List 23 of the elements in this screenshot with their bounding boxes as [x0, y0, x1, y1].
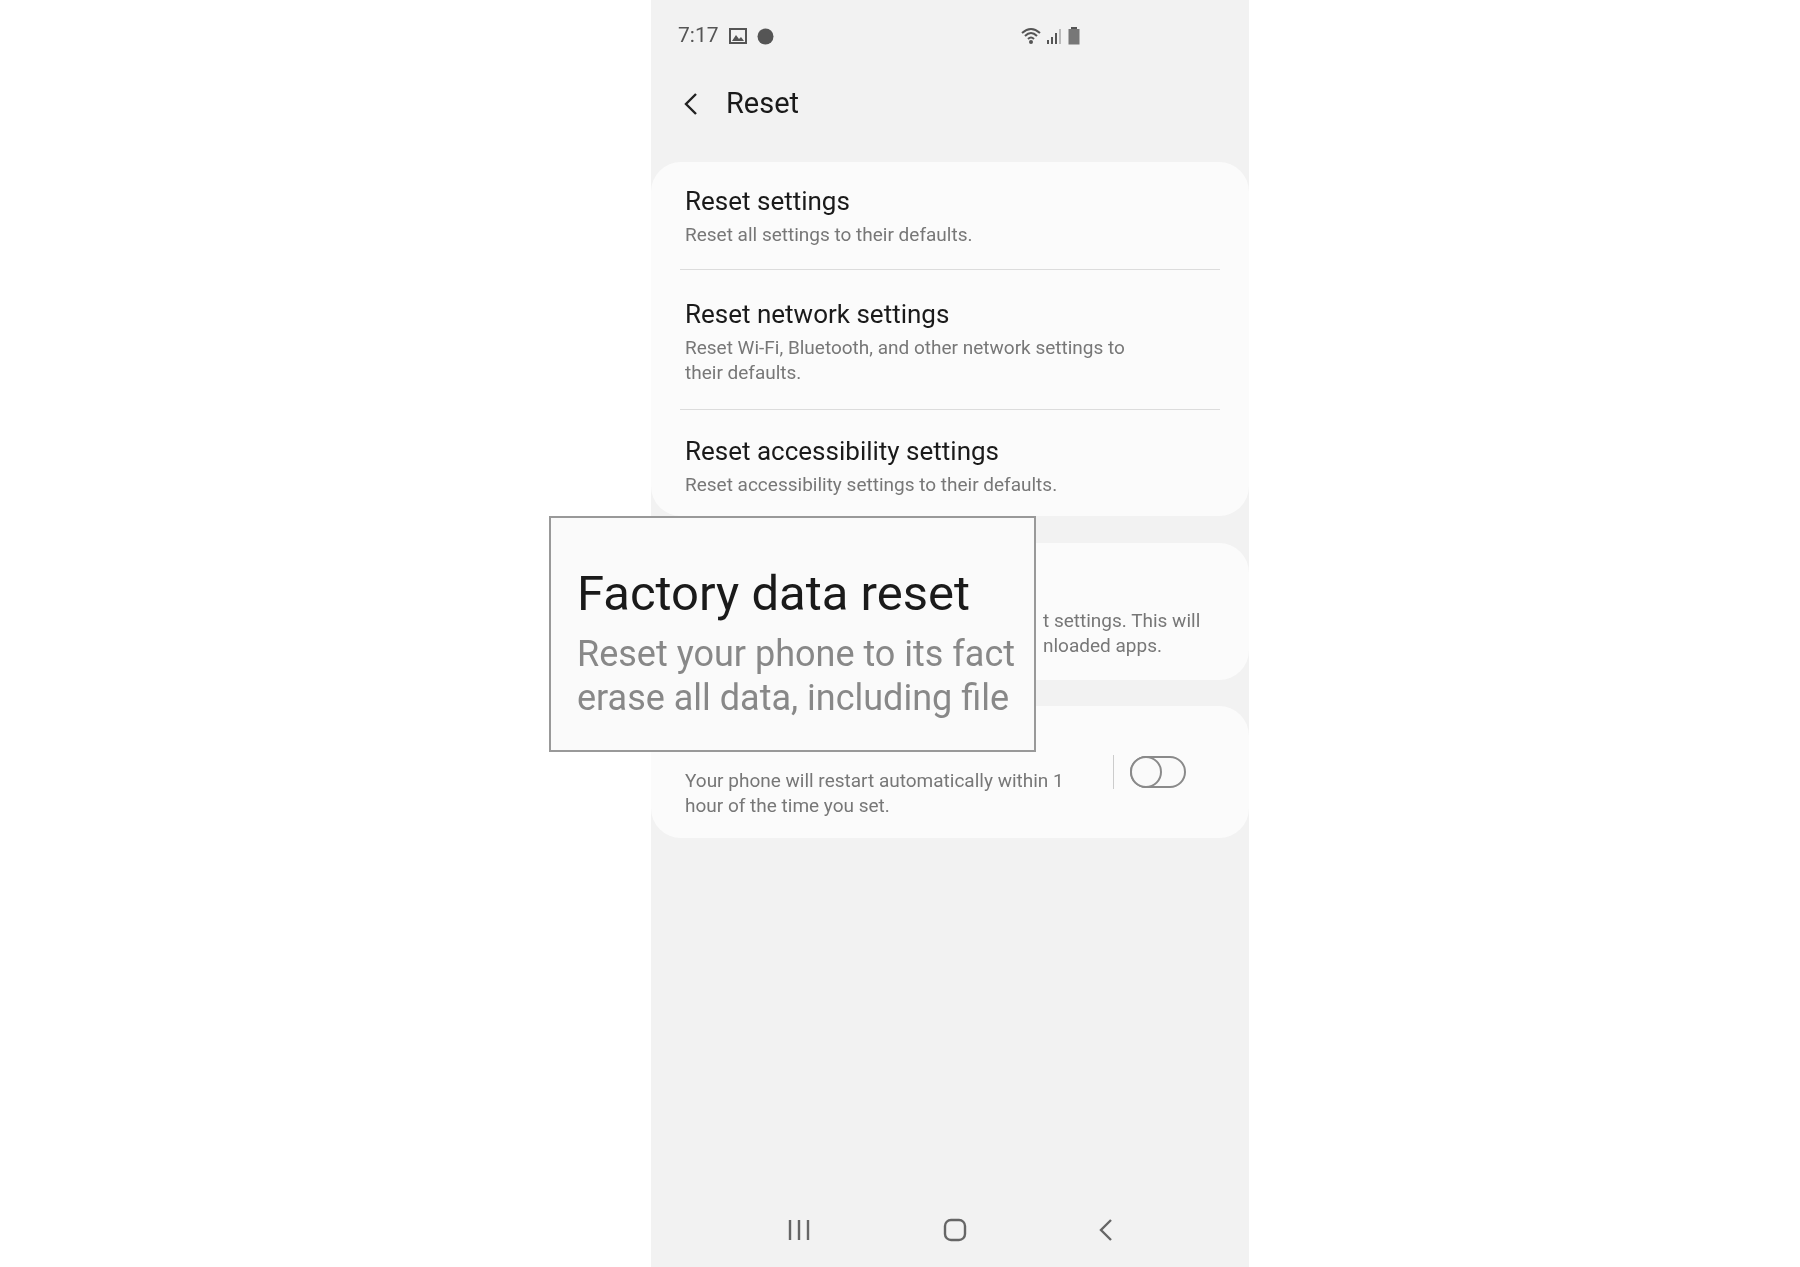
setting-description: t settings. This will — [1043, 608, 1202, 633]
signal-icon — [1046, 28, 1062, 44]
setting-title[interactable]: Reset settings — [685, 184, 1215, 218]
setting-description: Reset accessibility settings to their defaults. — [685, 472, 1059, 497]
image-icon — [728, 28, 747, 44]
setting-title[interactable]: Reset network settings — [685, 297, 1215, 331]
toggle-switch[interactable] — [1130, 756, 1186, 788]
recent-apps-icon[interactable] — [787, 1217, 811, 1242]
app-icon — [756, 27, 774, 45]
setting-description: nloaded apps. — [1043, 633, 1163, 658]
setting-description: Reset all settings to their defaults. — [685, 222, 974, 247]
battery-icon — [1068, 27, 1080, 45]
setting-description: Your phone will restart automatically within 1 hour of the time you set. — [685, 768, 1065, 818]
callout-title: Factory data reset — [577, 566, 971, 622]
wifi-icon — [1020, 27, 1042, 45]
setting-title[interactable]: Reset accessibility settings — [685, 434, 1215, 468]
home-icon[interactable] — [943, 1217, 967, 1242]
status-time: 7:17 — [678, 22, 719, 50]
setting-description: Reset Wi-Fi, Bluetooth, and other network settings to their defaults. — [685, 335, 1126, 385]
callout-description: erase all data, including file — [577, 676, 1010, 720]
back-icon[interactable] — [1099, 1217, 1113, 1242]
callout-description: Reset your phone to its fact — [577, 632, 1017, 676]
page-title: Reset — [726, 85, 800, 123]
